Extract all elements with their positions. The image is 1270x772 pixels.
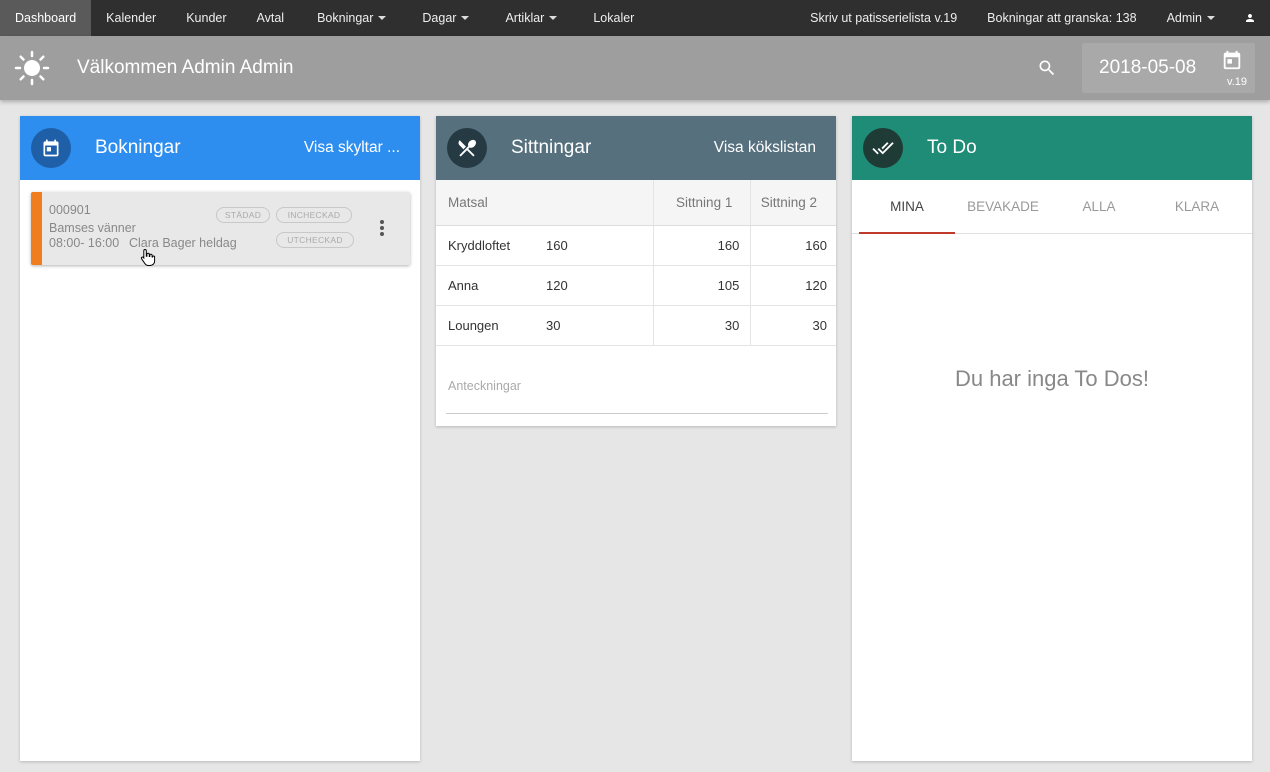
- bookings-to-review-label: Bokningar att granska: 138: [987, 11, 1137, 25]
- nav-kunder[interactable]: Kunder: [171, 0, 241, 36]
- room-capacity: 160: [546, 225, 654, 266]
- caret-down-icon: [1207, 16, 1215, 20]
- user-button[interactable]: [1230, 0, 1270, 36]
- sun-logo-icon: [14, 50, 50, 86]
- booking-number: 000901: [49, 203, 91, 217]
- nav-kalender-label: Kalender: [106, 11, 157, 25]
- search-button[interactable]: [1032, 53, 1062, 83]
- admin-label: Admin: [1166, 11, 1202, 25]
- tab-bevakade[interactable]: BEVAKADE: [955, 180, 1051, 233]
- caret-down-icon: [549, 16, 558, 20]
- bookings-title: Bokningar: [95, 137, 181, 158]
- search-icon: [1039, 60, 1055, 76]
- room-name: Kryddloftet: [436, 225, 546, 266]
- bookings-icon-circle: [31, 128, 71, 168]
- nav-dashboard[interactable]: Dashboard: [0, 0, 92, 36]
- tag-stadad[interactable]: STÄDAD: [216, 207, 270, 223]
- room-capacity: 120: [546, 265, 654, 306]
- show-kitchen-list-link[interactable]: Visa kökslistan: [714, 139, 816, 157]
- room-name: Anna: [436, 265, 546, 306]
- nav-kalender[interactable]: Kalender: [91, 0, 171, 36]
- sittings-title: Sittningar: [511, 137, 592, 158]
- sittings-table: Matsal Sittning 1 Sittning 2 Kryddloftet…: [436, 180, 836, 346]
- show-signs-link[interactable]: Visa skyltar ...: [304, 139, 400, 157]
- done-all-icon: [872, 142, 894, 155]
- restaurant-icon: [458, 139, 476, 157]
- nav-dagar-label: Dagar: [422, 11, 457, 25]
- nav-lokaler[interactable]: Lokaler: [575, 0, 652, 36]
- calendar-icon: [43, 139, 59, 157]
- print-patisserie-link[interactable]: Skriv ut patisserielista v.19: [795, 0, 972, 36]
- tag-utcheckad[interactable]: UTCHECKAD: [276, 232, 354, 248]
- room-capacity: 30: [546, 305, 654, 346]
- room-name: Loungen: [436, 305, 546, 346]
- date-picker[interactable]: 2018-05-08 v.19: [1082, 43, 1255, 93]
- print-patisserie-label: Skriv ut patisserielista v.19: [810, 11, 958, 25]
- todo-icon-circle: [863, 128, 903, 168]
- caret-down-icon: [378, 16, 387, 20]
- bookings-card: Bokningar Visa skyltar ... 000901 Bamses…: [20, 116, 420, 761]
- nav-dagar-dropdown[interactable]: Dagar: [404, 0, 487, 36]
- current-date: 2018-05-08: [1099, 57, 1197, 78]
- todo-card: To Do MINA BEVAKADE ALLA KLARA Du har in…: [852, 116, 1252, 761]
- bookings-card-header: Bokningar Visa skyltar ...: [20, 116, 420, 180]
- table-header-row: Matsal Sittning 1 Sittning 2: [436, 180, 836, 226]
- nav-avtal[interactable]: Avtal: [242, 0, 300, 36]
- nav-dashboard-label: Dashboard: [15, 11, 77, 25]
- nav-artiklar-dropdown[interactable]: Artiklar: [487, 0, 575, 36]
- nav-lokaler-label: Lokaler: [593, 11, 635, 25]
- todo-title: To Do: [927, 137, 977, 158]
- admin-dropdown[interactable]: Admin: [1152, 0, 1230, 36]
- table-row: Loungen 30 30 30: [436, 305, 836, 346]
- more-options-icon[interactable]: [380, 220, 384, 238]
- sittings-icon-circle: [447, 128, 487, 168]
- booking-item[interactable]: 000901 Bamses vänner 08:00- 16:00 Clara …: [31, 192, 410, 266]
- table-row: Kryddloftet 160 160 160: [436, 225, 836, 266]
- booking-name: Bamses vänner: [49, 221, 136, 235]
- page-header: Välkommen Admin Admin 2018-05-08 v.19: [0, 36, 1270, 100]
- todo-tabs: MINA BEVAKADE ALLA KLARA: [852, 180, 1252, 234]
- sitting-2-value: 120: [750, 265, 836, 306]
- sitting-1-value: 160: [653, 225, 751, 266]
- person-icon: [1246, 14, 1254, 22]
- tab-klara[interactable]: KLARA: [1147, 180, 1247, 233]
- empty-state-message: Du har inga To Dos!: [954, 366, 1150, 391]
- sittings-card: Sittningar Visa kökslistan Matsal Sittni…: [436, 116, 836, 426]
- caret-down-icon: [461, 16, 470, 20]
- sitting-2-value: 30: [750, 305, 836, 346]
- top-navbar: Dashboard Kalender Kunder Avtal Bokninga…: [0, 0, 1270, 36]
- notes-field[interactable]: Anteckningar: [446, 366, 828, 414]
- tab-mina[interactable]: MINA: [859, 180, 955, 234]
- column-header-sittning-1: Sittning 1: [653, 180, 751, 226]
- bookings-to-review-link[interactable]: Bokningar att granska: 138: [972, 0, 1151, 36]
- nav-bokningar-dropdown[interactable]: Bokningar: [299, 0, 404, 36]
- todo-card-header: To Do: [852, 116, 1252, 180]
- sitting-1-value: 30: [653, 305, 751, 346]
- sitting-1-value: 105: [653, 265, 751, 306]
- column-header-matsal: Matsal: [436, 180, 654, 226]
- tab-alla[interactable]: ALLA: [1051, 180, 1147, 233]
- calendar-icon[interactable]: [1221, 49, 1243, 71]
- nav-avtal-label: Avtal: [256, 11, 285, 25]
- week-number: v.19: [1227, 76, 1247, 88]
- hand-cursor-icon: [140, 248, 156, 266]
- nav-artiklar-label: Artiklar: [505, 11, 545, 25]
- welcome-title: Välkommen Admin Admin: [77, 57, 294, 78]
- column-header-sittning-2: Sittning 2: [750, 180, 836, 226]
- nav-bokningar-label: Bokningar: [317, 11, 374, 25]
- sittings-card-header: Sittningar Visa kökslistan: [436, 116, 836, 180]
- booking-time: 08:00- 16:00: [49, 236, 120, 250]
- nav-kunder-label: Kunder: [186, 11, 227, 25]
- table-row: Anna 120 105 120: [436, 265, 836, 306]
- sitting-2-value: 160: [750, 225, 836, 266]
- tag-incheckad[interactable]: INCHECKAD: [276, 207, 352, 223]
